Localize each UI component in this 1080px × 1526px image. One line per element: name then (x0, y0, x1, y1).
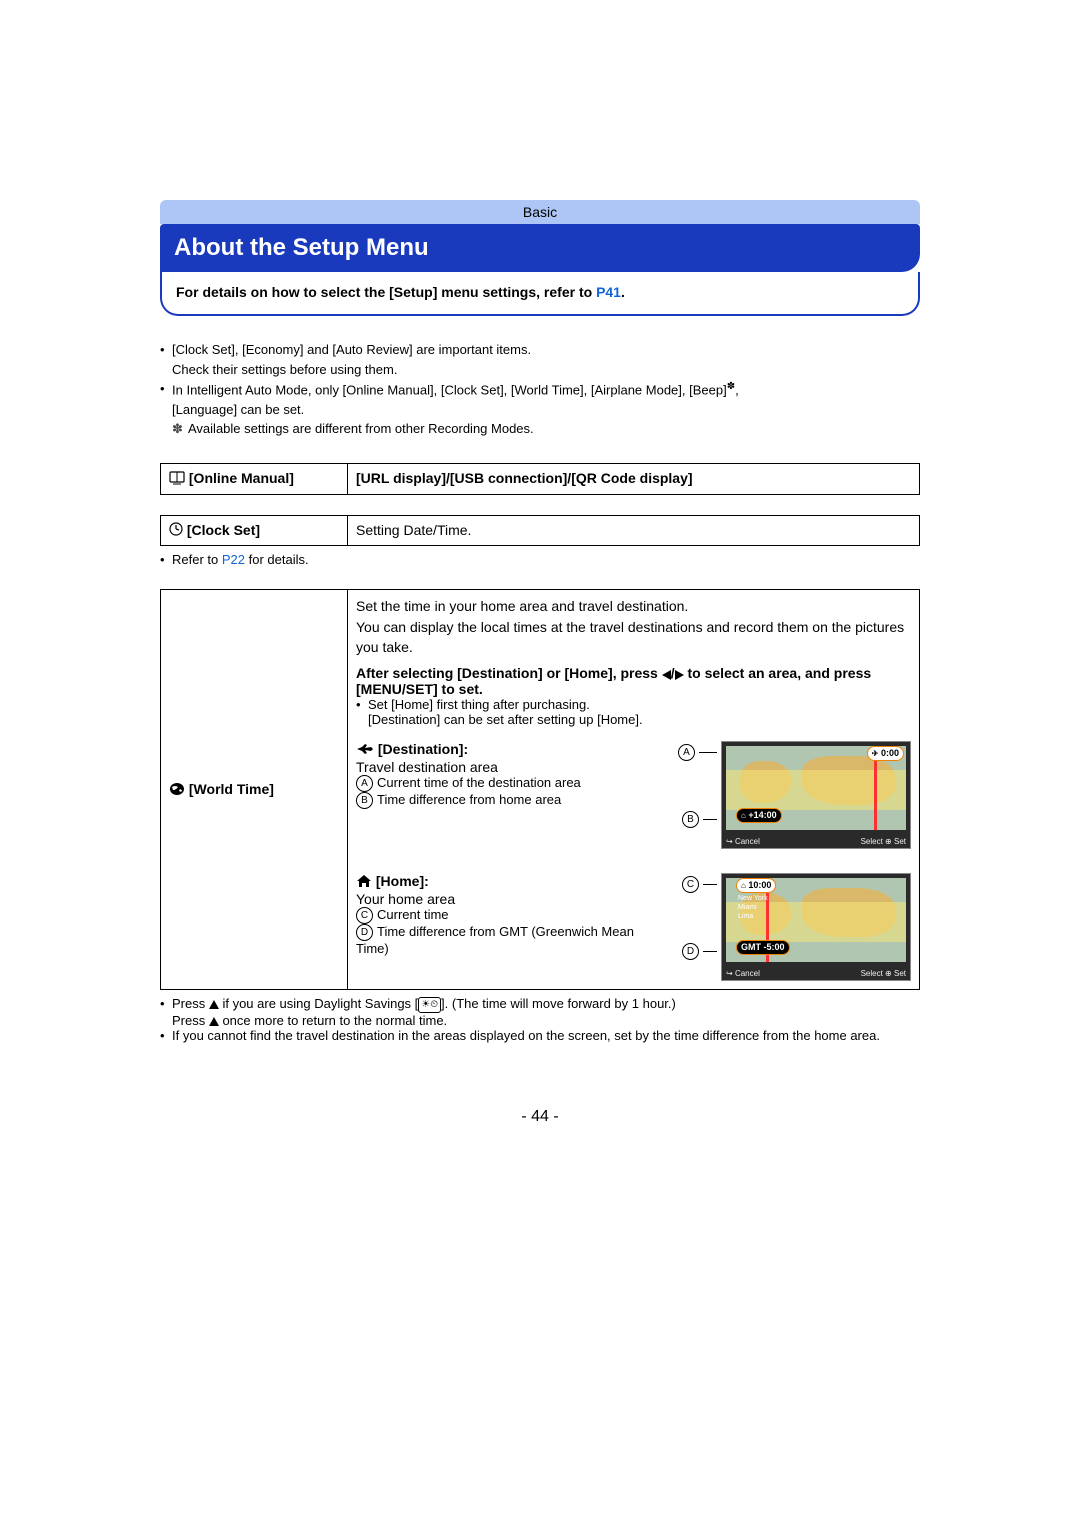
online-manual-label: [Online Manual] (189, 470, 294, 486)
dest-b: Time difference from home area (377, 792, 561, 807)
ill-dest-time: 0:00 (881, 748, 899, 758)
subtitle-suffix: . (621, 284, 625, 300)
wt-sub2: [Destination] can be set after setting u… (356, 712, 911, 727)
callout-d-icon: D (682, 943, 699, 960)
wt-instr-a: After selecting [Destination] or [Home],… (356, 665, 662, 681)
callout-a-small: A (356, 775, 373, 792)
ill-dest-set: Set (894, 837, 906, 846)
ill-home-time: 10:00 (748, 880, 771, 890)
fn2: If you cannot find the travel destinatio… (172, 1028, 880, 1043)
table-world-time: [World Time] Set the time in your home a… (160, 589, 920, 990)
clock-set-value: Setting Date/Time. (348, 515, 920, 546)
subtitle-box: For details on how to select the [Setup]… (160, 272, 920, 316)
callout-b-icon: B (682, 811, 699, 828)
table-clock-set: [Clock Set] Setting Date/Time. (160, 515, 920, 547)
clock-note: •Refer to P22 for details. (160, 552, 920, 567)
ill-home-city3: Lima (738, 912, 768, 921)
destination-icon (356, 742, 374, 759)
home-d: Time difference from GMT (Greenwich Mean… (356, 924, 634, 956)
intro-line1: [Clock Set], [Economy] and [Auto Review]… (172, 340, 531, 360)
intro-line2b: [Language] can be set. (160, 400, 920, 420)
triangle-up-icon-2 (209, 1017, 219, 1026)
intro-line2a-suffix: , (735, 382, 739, 397)
manual-page: Basic About the Setup Menu For details o… (0, 0, 1080, 1526)
destination-title: [Destination]: (378, 741, 468, 757)
intro-line2a: In Intelligent Auto Mode, only [Online M… (172, 382, 727, 397)
clock-note-prefix: Refer to (172, 552, 222, 567)
home-c: Current time (377, 907, 449, 922)
illustration-destination: ✈ 0:00 ⌂ +14:00 ↩ Cancel Select ⊕ Set (721, 741, 911, 849)
illustration-home: ⌂ 10:00 New York Miami Lima GMT -5:00 ↩ … (721, 873, 911, 981)
page-title: About the Setup Menu (160, 224, 920, 272)
triangle-right-icon (675, 670, 684, 680)
table-online-manual: [Online Manual] [URL display]/[USB conne… (160, 463, 920, 495)
fn1d: Press (172, 1013, 209, 1028)
dest-a: Current time of the destination area (377, 775, 581, 790)
online-manual-value: [URL display]/[USB connection]/[QR Code … (348, 463, 920, 494)
ill-home-city1: New York (738, 894, 768, 903)
ill-home-set: Set (894, 969, 906, 978)
ill-home-city2: Miami (738, 903, 768, 912)
wt-instruction: After selecting [Destination] or [Home],… (356, 665, 911, 697)
triangle-up-icon (209, 1000, 219, 1009)
home-desc: Your home area (356, 891, 656, 907)
ill-home-select: Select (861, 969, 883, 978)
callout-a-icon: A (678, 744, 695, 761)
clock-icon (169, 522, 183, 539)
callout-c-icon: C (682, 876, 699, 893)
ill-home-cancel: Cancel (735, 969, 760, 978)
world-time-icon (169, 782, 185, 799)
ill-home-diff: GMT -5:00 (741, 942, 785, 952)
clock-set-label: [Clock Set] (187, 522, 260, 538)
wt-sub1: Set [Home] first thing after purchasing. (368, 697, 590, 712)
page-number: - 44 - (0, 1108, 1080, 1126)
intro-bullets: •[Clock Set], [Economy] and [Auto Review… (160, 340, 920, 439)
intro-asterisk: Available settings are different from ot… (188, 419, 534, 439)
clock-note-suffix: for details. (245, 552, 309, 567)
clock-note-link[interactable]: P22 (222, 552, 245, 567)
dst-icon: ☀⏲ (418, 997, 441, 1013)
intro-line1b: Check their settings before using them. (160, 360, 920, 380)
callout-d-small: D (356, 924, 373, 941)
fn1c: ]. (The time will move forward by 1 hour… (441, 996, 676, 1011)
home-icon (356, 874, 372, 891)
world-time-content: Set the time in your home area and trave… (356, 596, 911, 983)
ill-dest-diff: +14:00 (748, 810, 776, 820)
destination-desc: Travel destination area (356, 759, 656, 775)
fn1e: once more to return to the normal time. (219, 1013, 447, 1028)
fn1b: if you are using Daylight Savings [ (219, 996, 418, 1011)
wt-desc1: Set the time in your home area and trave… (356, 598, 688, 614)
callout-b-small: B (356, 792, 373, 809)
section-banner: Basic (160, 200, 920, 224)
callout-c-small: C (356, 907, 373, 924)
subtitle-prefix: For details on how to select the [Setup]… (176, 284, 596, 300)
footnotes: • Press if you are using Daylight Saving… (160, 996, 920, 1043)
ill-dest-select: Select (861, 837, 883, 846)
online-manual-icon (169, 471, 185, 488)
fn1a: Press (172, 996, 209, 1011)
ill-dest-cancel: Cancel (735, 837, 760, 846)
home-title: [Home]: (376, 873, 429, 889)
subtitle-link[interactable]: P41 (596, 284, 621, 300)
world-time-label: [World Time] (189, 781, 274, 797)
triangle-left-icon (662, 670, 671, 680)
wt-desc2: You can display the local times at the t… (356, 619, 904, 655)
